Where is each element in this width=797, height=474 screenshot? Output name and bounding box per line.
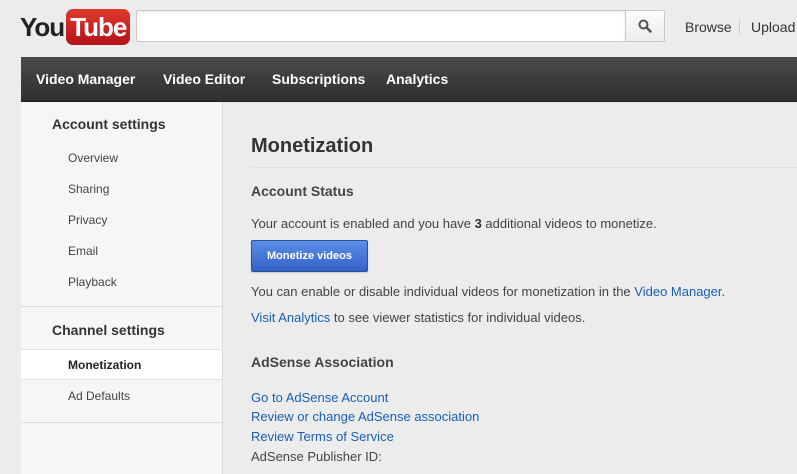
browse-link[interactable]: Browse [685,19,732,35]
channel-settings-heading: Channel settings [52,322,165,338]
status-text-end: additional videos to monetize. [481,216,657,231]
sidebar-item-playback[interactable]: Playback [68,275,117,289]
nav-video-editor[interactable]: Video Editor [163,57,245,102]
enable-text-period: . [721,284,726,299]
account-status-heading: Account Status [251,183,354,199]
search-input[interactable] [136,10,626,42]
sidebar-item-ad-defaults[interactable]: Ad Defaults [68,389,130,403]
nav-subscriptions[interactable]: Subscriptions [272,57,365,102]
logo-you-text: You [20,12,65,42]
page-title: Monetization [251,135,374,157]
sidebar-divider [21,306,222,307]
settings-sidebar: Account settings Overview Sharing Privac… [21,102,223,474]
nav-video-manager[interactable]: Video Manager [36,57,135,102]
additional-video-count: 3 [474,216,482,231]
monetize-videos-button[interactable]: Monetize videos [251,240,368,272]
video-manager-link[interactable]: Video Manager [634,284,721,299]
enable-disable-text: You can enable or disable individual vid… [251,284,725,299]
creator-nav-bar: Video Manager Video Editor Subscriptions… [21,57,797,102]
logo-tube-text: Tube [66,9,131,45]
account-settings-heading: Account settings [52,116,166,132]
main-content: Monetization Account Status Your account… [223,102,797,474]
magnifier-icon [638,19,652,33]
title-divider [251,167,797,168]
status-text-start: Your account is enabled and you have [251,216,475,231]
terms-of-service-link[interactable]: Review Terms of Service [251,429,394,444]
sidebar-divider [21,422,222,423]
adsense-publisher-id-label: AdSense Publisher ID: [251,449,382,464]
nav-analytics[interactable]: Analytics [386,57,448,102]
top-link-divider [739,20,740,34]
change-adsense-association-link[interactable]: Review or change AdSense association [251,409,479,424]
search-button[interactable] [625,10,665,42]
analytics-text-rest: to see viewer statistics for individual … [330,310,586,325]
enable-text: You can enable or disable individual vid… [251,284,635,299]
analytics-text: Visit Analytics to see viewer statistics… [251,310,585,325]
youtube-logo[interactable]: You Tube [20,9,131,45]
sidebar-item-sharing[interactable]: Sharing [68,182,109,196]
sidebar-item-overview[interactable]: Overview [68,151,118,165]
upload-link[interactable]: Upload [751,19,795,35]
visit-analytics-link[interactable]: Visit Analytics [251,310,330,325]
sidebar-item-email[interactable]: Email [68,244,98,258]
sidebar-item-privacy[interactable]: Privacy [68,213,107,227]
account-status-text: Your account is enabled and you have 3 a… [251,216,657,231]
sidebar-item-monetization[interactable]: Monetization [68,358,141,372]
go-to-adsense-link[interactable]: Go to AdSense Account [251,390,388,405]
adsense-association-heading: AdSense Association [251,354,394,370]
masthead: You Tube Browse Upload [0,0,797,57]
